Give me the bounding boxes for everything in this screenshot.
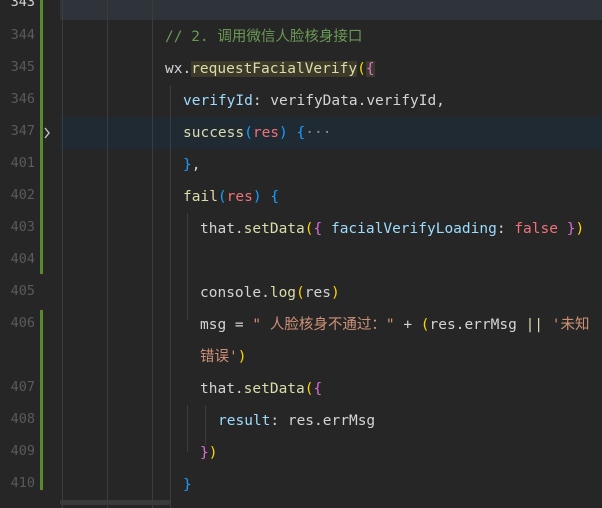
line-number: 407: [10, 379, 35, 395]
code-token: res.errMsg: [429, 317, 526, 333]
code-token: ||: [525, 317, 544, 333]
line-number: 405: [10, 283, 35, 299]
code-line[interactable]: [60, 245, 602, 277]
code-token: ,: [191, 157, 201, 173]
line-number: 347: [10, 123, 35, 139]
code-token: : verifyData.verifyId,: [252, 93, 445, 109]
line-number: 404: [10, 251, 35, 267]
code-token: res: [252, 125, 280, 141]
line-number: 403: [10, 219, 35, 235]
line-number: 343: [10, 0, 35, 10]
code-token: ): [208, 445, 218, 461]
line-number: 410: [10, 475, 35, 491]
indent-guide: [170, 85, 171, 508]
code-editor[interactable]: // 2. 调用微信人脸核身接口 wx.requestFacialVerify({…: [0, 0, 602, 508]
code-token: (: [244, 125, 253, 141]
line-number: 409: [10, 443, 35, 459]
indent-guide: [205, 405, 206, 445]
code-token: requestFacialVerify: [191, 61, 358, 77]
code-token: }: [557, 221, 576, 237]
line-number: 346: [10, 91, 35, 107]
line-number: 402: [10, 187, 35, 203]
code-token: {: [261, 189, 280, 205]
indent-guide: [62, 0, 63, 508]
code-line[interactable]: [60, 0, 602, 20]
code-line[interactable]: that.setData({: [60, 373, 602, 405]
code-token: " 人脸核身不通过：": [252, 317, 395, 333]
code-token: (: [304, 381, 314, 397]
code-token: res: [226, 189, 253, 205]
code-token: setData: [243, 221, 305, 237]
indent-guide: [152, 0, 153, 508]
code-token: msg =: [200, 317, 253, 333]
code-token: (: [217, 189, 227, 205]
code-token: {: [313, 221, 331, 237]
code-token: ): [330, 285, 340, 301]
code-line[interactable]: wx.requestFacialVerify({: [60, 53, 602, 85]
code-token: ): [279, 125, 288, 141]
code-token: ): [252, 189, 262, 205]
code-token: facialVerifyLoading: [330, 221, 497, 237]
indent-guide: [187, 405, 188, 452]
code-line[interactable]: msg = " 人脸核身不通过：" + (res.errMsg || '未知: [60, 309, 602, 341]
code-token: log: [269, 285, 297, 301]
code-token: // 2. 调用微信人脸核身接口: [165, 29, 363, 45]
indent-guide: [187, 213, 188, 320]
code-line[interactable]: }): [60, 437, 602, 469]
horizontal-scrollbar[interactable]: [60, 496, 602, 508]
indent-guide: [107, 0, 108, 508]
code-line[interactable]: // 2. 调用微信人脸核身接口: [60, 21, 602, 53]
code-line[interactable]: console.log(res): [60, 277, 602, 309]
line-number: 344: [10, 27, 35, 43]
code-token: wx.: [165, 61, 192, 77]
chevron-right-icon[interactable]: [43, 117, 52, 162]
code-token: :: [496, 221, 515, 237]
code-line[interactable]: fail(res) {: [60, 181, 602, 213]
code-token: verifyId: [183, 93, 253, 109]
code-token: console.: [200, 285, 270, 301]
code-token: ): [237, 349, 247, 365]
code-line[interactable]: 错误'): [60, 341, 602, 373]
code-token: result: [218, 413, 271, 429]
code-line[interactable]: success(res) {···: [60, 117, 602, 149]
code-token: }: [183, 157, 192, 173]
code-token: setData: [243, 381, 305, 397]
code-token: {: [313, 381, 323, 397]
line-number: 345: [10, 59, 35, 75]
code-token: fail: [183, 189, 218, 205]
code-token: '未知: [543, 317, 590, 333]
scrollbar-thumb[interactable]: [60, 500, 170, 505]
code-token: }: [200, 445, 209, 461]
code-token: +: [394, 317, 421, 333]
code-token: ): [575, 221, 585, 237]
code-line[interactable]: result: res.errMsg: [60, 405, 602, 437]
code-token: (: [304, 221, 314, 237]
change-marker: [40, 310, 43, 490]
code-token: 错误': [200, 349, 238, 365]
code-token: that.: [200, 381, 244, 397]
code-token: }: [183, 477, 192, 493]
code-token: (: [357, 61, 366, 77]
line-number: 401: [10, 155, 35, 171]
code-token: {: [365, 61, 375, 77]
code-line[interactable]: verifyId: verifyData.verifyId,: [60, 85, 602, 117]
code-line[interactable]: },: [60, 149, 602, 181]
code-token: : res.errMsg: [270, 413, 376, 429]
code-token: (: [420, 317, 430, 333]
line-number: 408: [10, 411, 35, 427]
code-token: ···: [305, 125, 332, 141]
code-token: res: [304, 285, 331, 301]
line-number: 406: [10, 315, 35, 331]
code-token: {: [287, 125, 306, 141]
code-token: success: [183, 125, 245, 141]
code-token: that.: [200, 221, 244, 237]
code-line[interactable]: that.setData({ facialVerifyLoading: fals…: [60, 213, 602, 245]
code-token: (: [296, 285, 305, 301]
code-token: false: [514, 221, 558, 237]
